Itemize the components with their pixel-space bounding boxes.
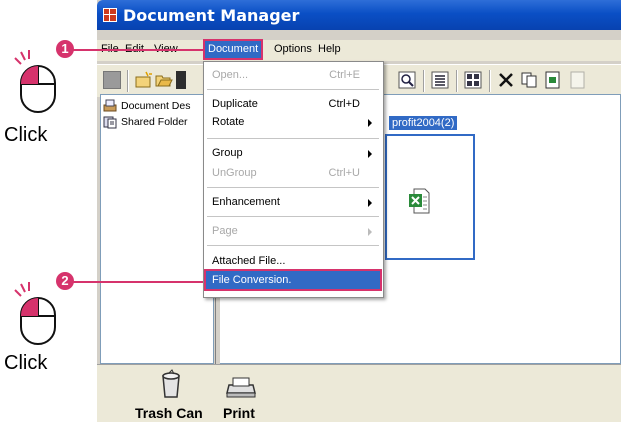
menu-item-label: Enhancement: [212, 196, 280, 208]
window-title: Document Manager: [123, 6, 300, 25]
title-bar[interactable]: Document Manager: [97, 0, 621, 30]
menu-item-group[interactable]: Group: [212, 144, 378, 162]
submenu-arrow-icon: [368, 150, 372, 158]
menu-item-label: Rotate: [212, 116, 245, 128]
callout-line-1: [70, 49, 205, 51]
submenu-arrow-icon: [368, 228, 372, 236]
menu-item-label: File Conversion.: [212, 274, 292, 286]
mouse-click-icon: [13, 50, 59, 114]
printer-icon[interactable]: [225, 375, 257, 399]
menu-options[interactable]: Options: [274, 43, 312, 55]
tree-item-label: Document Des: [121, 100, 191, 112]
document-thumbnail-selected[interactable]: [385, 134, 475, 260]
menu-help[interactable]: Help: [318, 43, 341, 55]
trash-can-icon[interactable]: [158, 369, 184, 399]
app-icon: [103, 8, 117, 22]
menu-item-label: Open...: [212, 69, 249, 81]
tree-item-label: Shared Folder: [121, 116, 188, 128]
desk-icon: [103, 99, 117, 112]
menu-item-label: Group: [212, 147, 243, 159]
menu-item-ungroup[interactable]: UnGroup Ctrl+U: [212, 164, 378, 182]
menu-shortcut: Ctrl+D: [328, 98, 360, 110]
details-view-icon[interactable]: [431, 71, 449, 89]
properties-icon[interactable]: [103, 71, 121, 89]
menu-item-duplicate[interactable]: Duplicate Ctrl+D: [212, 95, 378, 113]
thumbnail-view-icon[interactable]: [464, 71, 482, 89]
menu-item-page[interactable]: Page: [212, 222, 378, 240]
menu-item-label: Attached File...: [212, 255, 286, 267]
callout-line-2: [70, 281, 203, 283]
zoom-icon[interactable]: [398, 71, 416, 89]
submenu-arrow-icon: [368, 119, 372, 127]
menu-item-open[interactable]: Open... Ctrl+E: [212, 66, 378, 84]
export-icon[interactable]: [544, 71, 562, 89]
menu-item-rotate[interactable]: Rotate: [212, 113, 378, 131]
excel-file-icon: [409, 188, 430, 214]
open-folder-icon[interactable]: [155, 71, 173, 89]
menu-shortcut: Ctrl+U: [328, 167, 360, 179]
delete-icon[interactable]: [497, 71, 515, 89]
menu-item-label: Duplicate: [212, 98, 258, 110]
menu-item-attached-file[interactable]: Attached File...: [212, 252, 378, 270]
mouse-click-icon: [13, 282, 59, 346]
menu-item-label: Page: [212, 225, 238, 237]
menu-document[interactable]: Document: [202, 39, 264, 60]
save-icon[interactable]: [176, 71, 186, 89]
shared-folder-icon: [103, 116, 117, 129]
bottom-bar: Trash Can Print: [97, 364, 621, 422]
click-label-2: Click: [4, 352, 48, 374]
tree-item-shared-folder[interactable]: Shared Folder: [103, 115, 213, 131]
menu-item-label: UnGroup: [212, 167, 257, 179]
tree-item-document-desk[interactable]: Document Des: [103, 99, 213, 115]
menu-item-file-conversion[interactable]: File Conversion.: [204, 269, 382, 291]
menu-shortcut: Ctrl+E: [329, 69, 360, 81]
new-folder-icon[interactable]: [135, 71, 153, 89]
document-menu: Open... Ctrl+E Duplicate Ctrl+D Rotate G…: [203, 61, 384, 298]
thumbnail-label-selected: profit2004(2): [389, 116, 458, 130]
folder-tree: Document Des Shared Folder: [100, 94, 214, 364]
edit-icon[interactable]: [569, 71, 587, 89]
click-label-1: Click: [4, 124, 48, 146]
trash-can-label: Trash Can: [135, 405, 203, 421]
print-label: Print: [223, 405, 255, 421]
menu-item-enhancement[interactable]: Enhancement: [212, 193, 378, 211]
copy-icon[interactable]: [520, 71, 538, 89]
submenu-arrow-icon: [368, 199, 372, 207]
